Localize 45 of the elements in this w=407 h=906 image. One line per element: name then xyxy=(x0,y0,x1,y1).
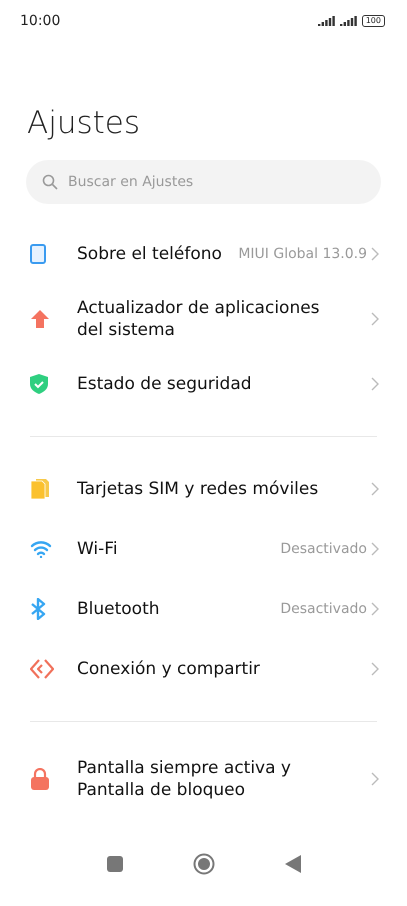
item-label: Estado de seguridad xyxy=(77,373,253,395)
settings-item[interactable]: Sobre el teléfono MIUI Global 13.0.9 xyxy=(0,224,407,284)
square-icon[interactable] xyxy=(106,856,122,872)
status-time: 10:00 xyxy=(20,13,60,29)
battery-icon: 100 xyxy=(362,15,385,27)
bluetooth-icon xyxy=(30,598,46,620)
wifi-icon xyxy=(30,540,52,558)
lock-icon xyxy=(30,768,50,790)
chevron-icon xyxy=(371,312,379,326)
item-value: Desactivado xyxy=(280,601,367,617)
settings-item[interactable]: Wi-Fi Desactivado xyxy=(0,519,407,579)
chevron-icon xyxy=(371,377,379,391)
settings-item[interactable]: Conexión y compartir xyxy=(0,639,407,699)
search-field[interactable]: Buscar en Ajustes xyxy=(26,160,381,204)
settings-item[interactable]: Tarjetas SIM y redes móviles xyxy=(0,459,407,519)
signal-icon xyxy=(340,16,358,26)
item-label: Sobre el teléfono xyxy=(77,243,223,265)
settings-item[interactable]: Bluetooth Desactivado xyxy=(0,579,407,639)
signal-icon xyxy=(318,16,336,26)
shield-check-icon xyxy=(30,374,48,394)
item-label: Wi-Fi xyxy=(77,538,119,560)
chevron-icon xyxy=(371,542,379,556)
item-label: Tarjetas SIM y redes móviles xyxy=(77,478,320,500)
chevron-icon xyxy=(371,662,379,676)
chevron-icon xyxy=(371,772,379,786)
item-label: Conexión y compartir xyxy=(77,658,261,680)
page-title: Ajustes xyxy=(27,104,141,142)
settings-item[interactable]: Estado de seguridad xyxy=(0,354,407,414)
settings-item[interactable]: Actualizador de aplicaciones del sistema xyxy=(0,284,407,354)
settings-item[interactable]: Pantalla siempre activa y Pantalla de bloqueo xyxy=(0,744,407,814)
item-label: Actualizador de aplicaciones del sistema xyxy=(77,297,321,341)
chevron-icon xyxy=(371,482,379,496)
home-circle-icon[interactable] xyxy=(192,853,214,875)
phone-icon xyxy=(30,244,46,264)
chevron-icon xyxy=(371,247,379,261)
search-icon xyxy=(42,174,58,190)
up-arrow-icon xyxy=(30,309,50,329)
item-value: MIUI Global 13.0.9 xyxy=(238,246,367,262)
back-icon[interactable] xyxy=(284,855,300,873)
item-value: Desactivado xyxy=(280,541,367,557)
item-label: Bluetooth xyxy=(77,598,161,620)
sim-cards-icon xyxy=(30,479,50,499)
share-icon xyxy=(30,659,54,679)
item-label: Pantalla siempre activa y Pantalla de bloqueo xyxy=(77,757,292,801)
chevron-icon xyxy=(371,602,379,616)
